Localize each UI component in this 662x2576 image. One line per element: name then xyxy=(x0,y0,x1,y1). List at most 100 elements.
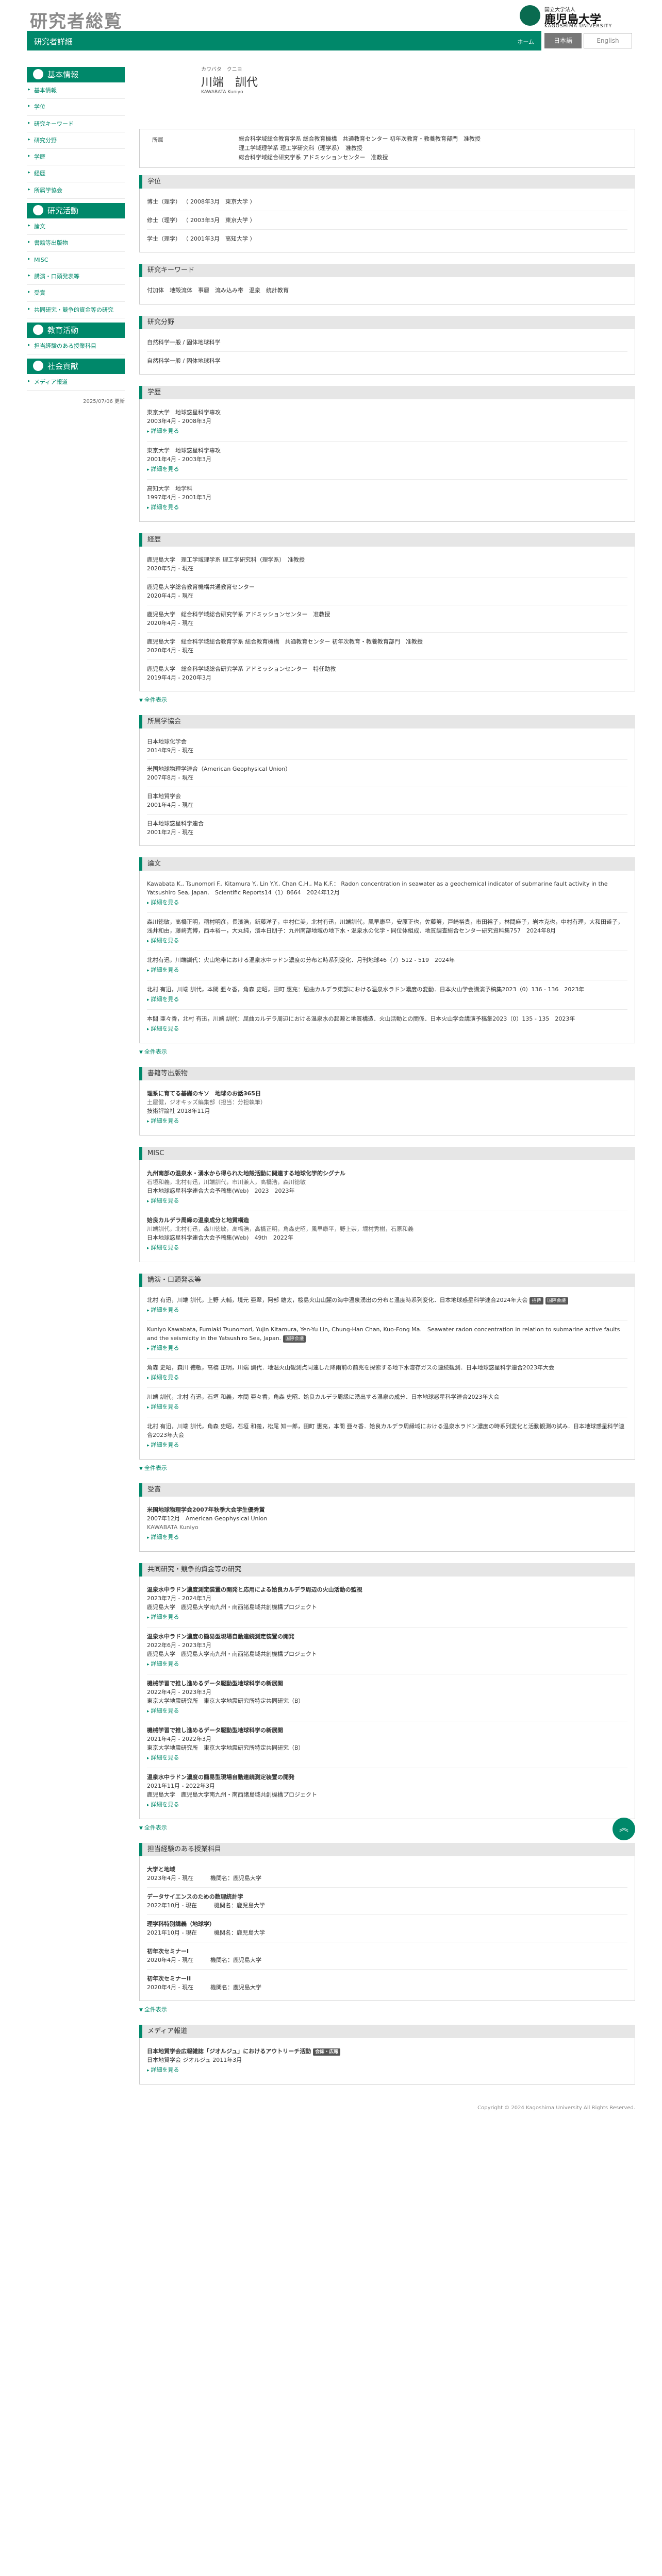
section-education: 学歴 東京大学 地球惑星科学専攻2003年4月 - 2008年3月詳細を見る東京… xyxy=(139,386,635,522)
item-name: 鹿児島大学 総合科学域総合研究学系 アドミッションセンター 特任助教 xyxy=(147,666,336,672)
talk-text: 北村 有迅，川端 訓代，上野 大輔，境元 亜翠，阿部 雄太，桜島火山山麓の海中温… xyxy=(147,1296,627,1304)
papers-showall-link[interactable]: 全件表示 xyxy=(139,1047,635,1056)
talk-text: Kuniyo Kawabata, Fumiaki Tsunomori, Yuji… xyxy=(147,1325,627,1343)
details-link[interactable]: 詳細を見る xyxy=(147,1659,627,1669)
paper-text: Kawabata K., Tsunomori F., Kitamura Y., … xyxy=(147,880,608,896)
flask-icon xyxy=(33,205,43,216)
item-name: 鹿児島大学 総合科学域総合教育学系 総合教育機構 共通教育センター 初年次教育・… xyxy=(147,638,423,645)
item-name: 鹿児島大学総合教育機構共通教育センター xyxy=(147,584,255,590)
researcher-name: 川端 訓代 xyxy=(201,76,258,89)
lang-ja-button[interactable]: 日本語 xyxy=(544,33,582,48)
media-item: 日本地質学会広報雑誌「ジオルジュ」におけるアウトリーチ活動 会誌・広報 日本地質学会… xyxy=(147,2042,627,2080)
sidebar-item[interactable]: 担当経験のある授業科目 xyxy=(27,338,125,355)
paper-item: 北村有迅，川端訓代：火山地帯における温泉水中ラドン濃度の分布と時系列変化．月刊地… xyxy=(147,951,627,980)
details-link[interactable]: 詳細を見る xyxy=(147,1196,627,1206)
details-link[interactable]: 詳細を見る xyxy=(147,1440,627,1450)
sidebar-item[interactable]: MISC xyxy=(27,252,125,268)
sidebar: 基本情報 基本情報学位研究キーワード研究分野学歴経歴所属学協会 研究活動 論文書… xyxy=(27,63,125,404)
details-link[interactable]: 詳細を見る xyxy=(147,1402,627,1412)
item-date: 2020年4月 - 現在 xyxy=(147,647,193,654)
item-date: 技術評論社 2018年11月 xyxy=(147,1108,210,1114)
university-logo[interactable]: 国立大学法人 鹿児島大学 KAGOSHIMA UNIVERSITY xyxy=(520,4,633,30)
list-item: 鹿児島大学 総合科学域総合研究学系 アドミッションセンター 准教授 2020年4月… xyxy=(147,605,627,633)
grant-date: 2021年11月 - 2022年3月 xyxy=(147,1783,215,1789)
book-icon xyxy=(33,324,43,335)
details-link[interactable]: 詳細を見る xyxy=(147,1024,627,1034)
details-link[interactable]: 詳細を見る xyxy=(147,427,627,436)
item-date: 2020年4月 - 現在 xyxy=(147,620,193,626)
item-date: 1997年4月 - 2001年3月 xyxy=(147,494,211,501)
details-link[interactable]: 詳細を見る xyxy=(147,1344,627,1353)
talk-badge: 国際会議 xyxy=(545,1297,568,1304)
list-item: 東京大学 地球惑星科学専攻 2001年4月 - 2003年3月詳細を見る xyxy=(147,442,627,480)
grant-date: 2022年6月 - 2023年3月 xyxy=(147,1642,211,1649)
course-item: データサイエンスのための数理統計学 2022年10月 - 現在 機関名：鹿児島大学 xyxy=(147,1888,627,1915)
course-meta: 2020年4月 - 現在 機関名：鹿児島大学 xyxy=(147,1983,627,1992)
details-link[interactable]: 詳細を見る xyxy=(147,1306,627,1315)
sidebar-head-education: 教育活動 xyxy=(27,322,125,338)
sidebar-item[interactable]: 受賞 xyxy=(27,285,125,302)
item-name: 日本地質学会 xyxy=(147,793,181,800)
details-link[interactable]: 詳細を見る xyxy=(147,1116,627,1126)
grant-org: 鹿児島大学 鹿児島大学南九州・南西諸島域共創機構プロジェクト xyxy=(147,1791,317,1798)
item-name: 高知大学 地学科 xyxy=(147,485,192,492)
sidebar-item[interactable]: 学歴 xyxy=(27,149,125,166)
career-showall-link[interactable]: 全件表示 xyxy=(139,696,635,704)
details-link[interactable]: 詳細を見る xyxy=(147,965,627,975)
courses-showall-link[interactable]: 全件表示 xyxy=(139,2005,635,2013)
talks-showall-link[interactable]: 全件表示 xyxy=(139,1464,635,1472)
item-date: 2007年8月 - 現在 xyxy=(147,774,193,781)
keywords-text: 付加体 地殻流体 事層 流み込み帯 温泉 統計教育 xyxy=(147,287,289,294)
site-title[interactable]: 研究者総覧 xyxy=(30,7,123,32)
grants-showall-link[interactable]: 全件表示 xyxy=(139,1823,635,1832)
details-link[interactable]: 詳細を見る xyxy=(147,1800,627,1810)
list-item: 日本地質学会 2001年4月 - 現在 xyxy=(147,787,627,815)
item-date: 2019年4月 - 2020年3月 xyxy=(147,674,211,681)
course-date: 2021年10月 - 現在 xyxy=(147,1929,197,1936)
details-link[interactable]: 詳細を見る xyxy=(147,1706,627,1716)
sidebar-head-research: 研究活動 xyxy=(27,203,125,219)
details-link[interactable]: 詳細を見る xyxy=(147,936,627,946)
details-link[interactable]: 詳細を見る xyxy=(147,465,627,474)
section-head: 学歴 xyxy=(139,386,635,399)
details-link[interactable]: 詳細を見る xyxy=(147,1243,627,1253)
talk-text: 北村 有迅，川端 訓代，角森 史昭，石垣 和義，松尾 知一郎，田町 惠充，本間 … xyxy=(147,1422,627,1439)
affiliation-line: 理工学域理学系 理工学研究科（理学系） 准教授 xyxy=(239,145,362,151)
details-link[interactable]: 詳細を見る xyxy=(147,1533,627,1543)
lang-en-button[interactable]: English xyxy=(584,33,632,48)
sidebar-item[interactable]: 講演・口頭発表等 xyxy=(27,268,125,285)
details-link[interactable]: 詳細を見る xyxy=(147,1373,627,1383)
person-icon xyxy=(33,69,43,79)
language-switcher: 日本語 English xyxy=(541,31,635,50)
section-head: 受賞 xyxy=(139,1483,635,1497)
details-link[interactable]: 詳細を見る xyxy=(147,995,627,1005)
item-name: 東京大学 地球惑星科学専攻 xyxy=(147,409,221,416)
sidebar-item[interactable]: 学位 xyxy=(27,99,125,116)
sidebar-item[interactable]: 書籍等出版物 xyxy=(27,235,125,252)
details-link[interactable]: 詳細を見る xyxy=(147,1753,627,1763)
sidebar-item[interactable]: 研究分野 xyxy=(27,132,125,149)
details-link[interactable]: 詳細を見る xyxy=(147,503,627,513)
page-top-button[interactable]: ︽ xyxy=(613,1818,635,1840)
item-date: 2001年4月 - 2003年3月 xyxy=(147,456,211,463)
item-date: 2020年5月 - 現在 xyxy=(147,565,193,572)
sidebar-item[interactable]: 経歴 xyxy=(27,165,125,182)
sidebar-item[interactable]: 共同研究・競争的資金等の研究 xyxy=(27,302,125,318)
section-head: 講演・口頭発表等 xyxy=(139,1274,635,1287)
details-link[interactable]: 詳細を見る xyxy=(147,2065,627,2075)
paper-text: 森川徳敏，高橋正明，稲村明彦，長濱浩，新藤洋子，中村仁美，北村有迅，川端訓代，風… xyxy=(147,919,623,934)
university-seal-icon xyxy=(520,5,540,26)
sidebar-item[interactable]: 基本情報 xyxy=(27,82,125,99)
grant-item: 温泉水中ラドン濃度の簡易型現場自動連続測定装置の開発 2022年6月 - 2023… xyxy=(147,1628,627,1674)
grant-org: 鹿児島大学 鹿児島大学南九州・南西諸島域共創機構プロジェクト xyxy=(147,1604,317,1611)
sidebar-item[interactable]: メディア報道 xyxy=(27,374,125,391)
details-link[interactable]: 詳細を見る xyxy=(147,1613,627,1622)
section-head: メディア報道 xyxy=(139,2025,635,2038)
sidebar-item[interactable]: 論文 xyxy=(27,218,125,235)
home-link[interactable]: ホーム xyxy=(517,38,534,46)
details-link[interactable]: 詳細を見る xyxy=(147,898,627,908)
sidebar-item[interactable]: 研究キーワード xyxy=(27,116,125,132)
paper-item: 北村 有迅，川端 訓代，本間 亜々香，角森 史昭，田町 惠充：屈曲カルデラ東部に… xyxy=(147,980,627,1010)
item-authors: KAWABATA Kuniyo xyxy=(147,1524,198,1531)
sidebar-item[interactable]: 所属学協会 xyxy=(27,182,125,199)
